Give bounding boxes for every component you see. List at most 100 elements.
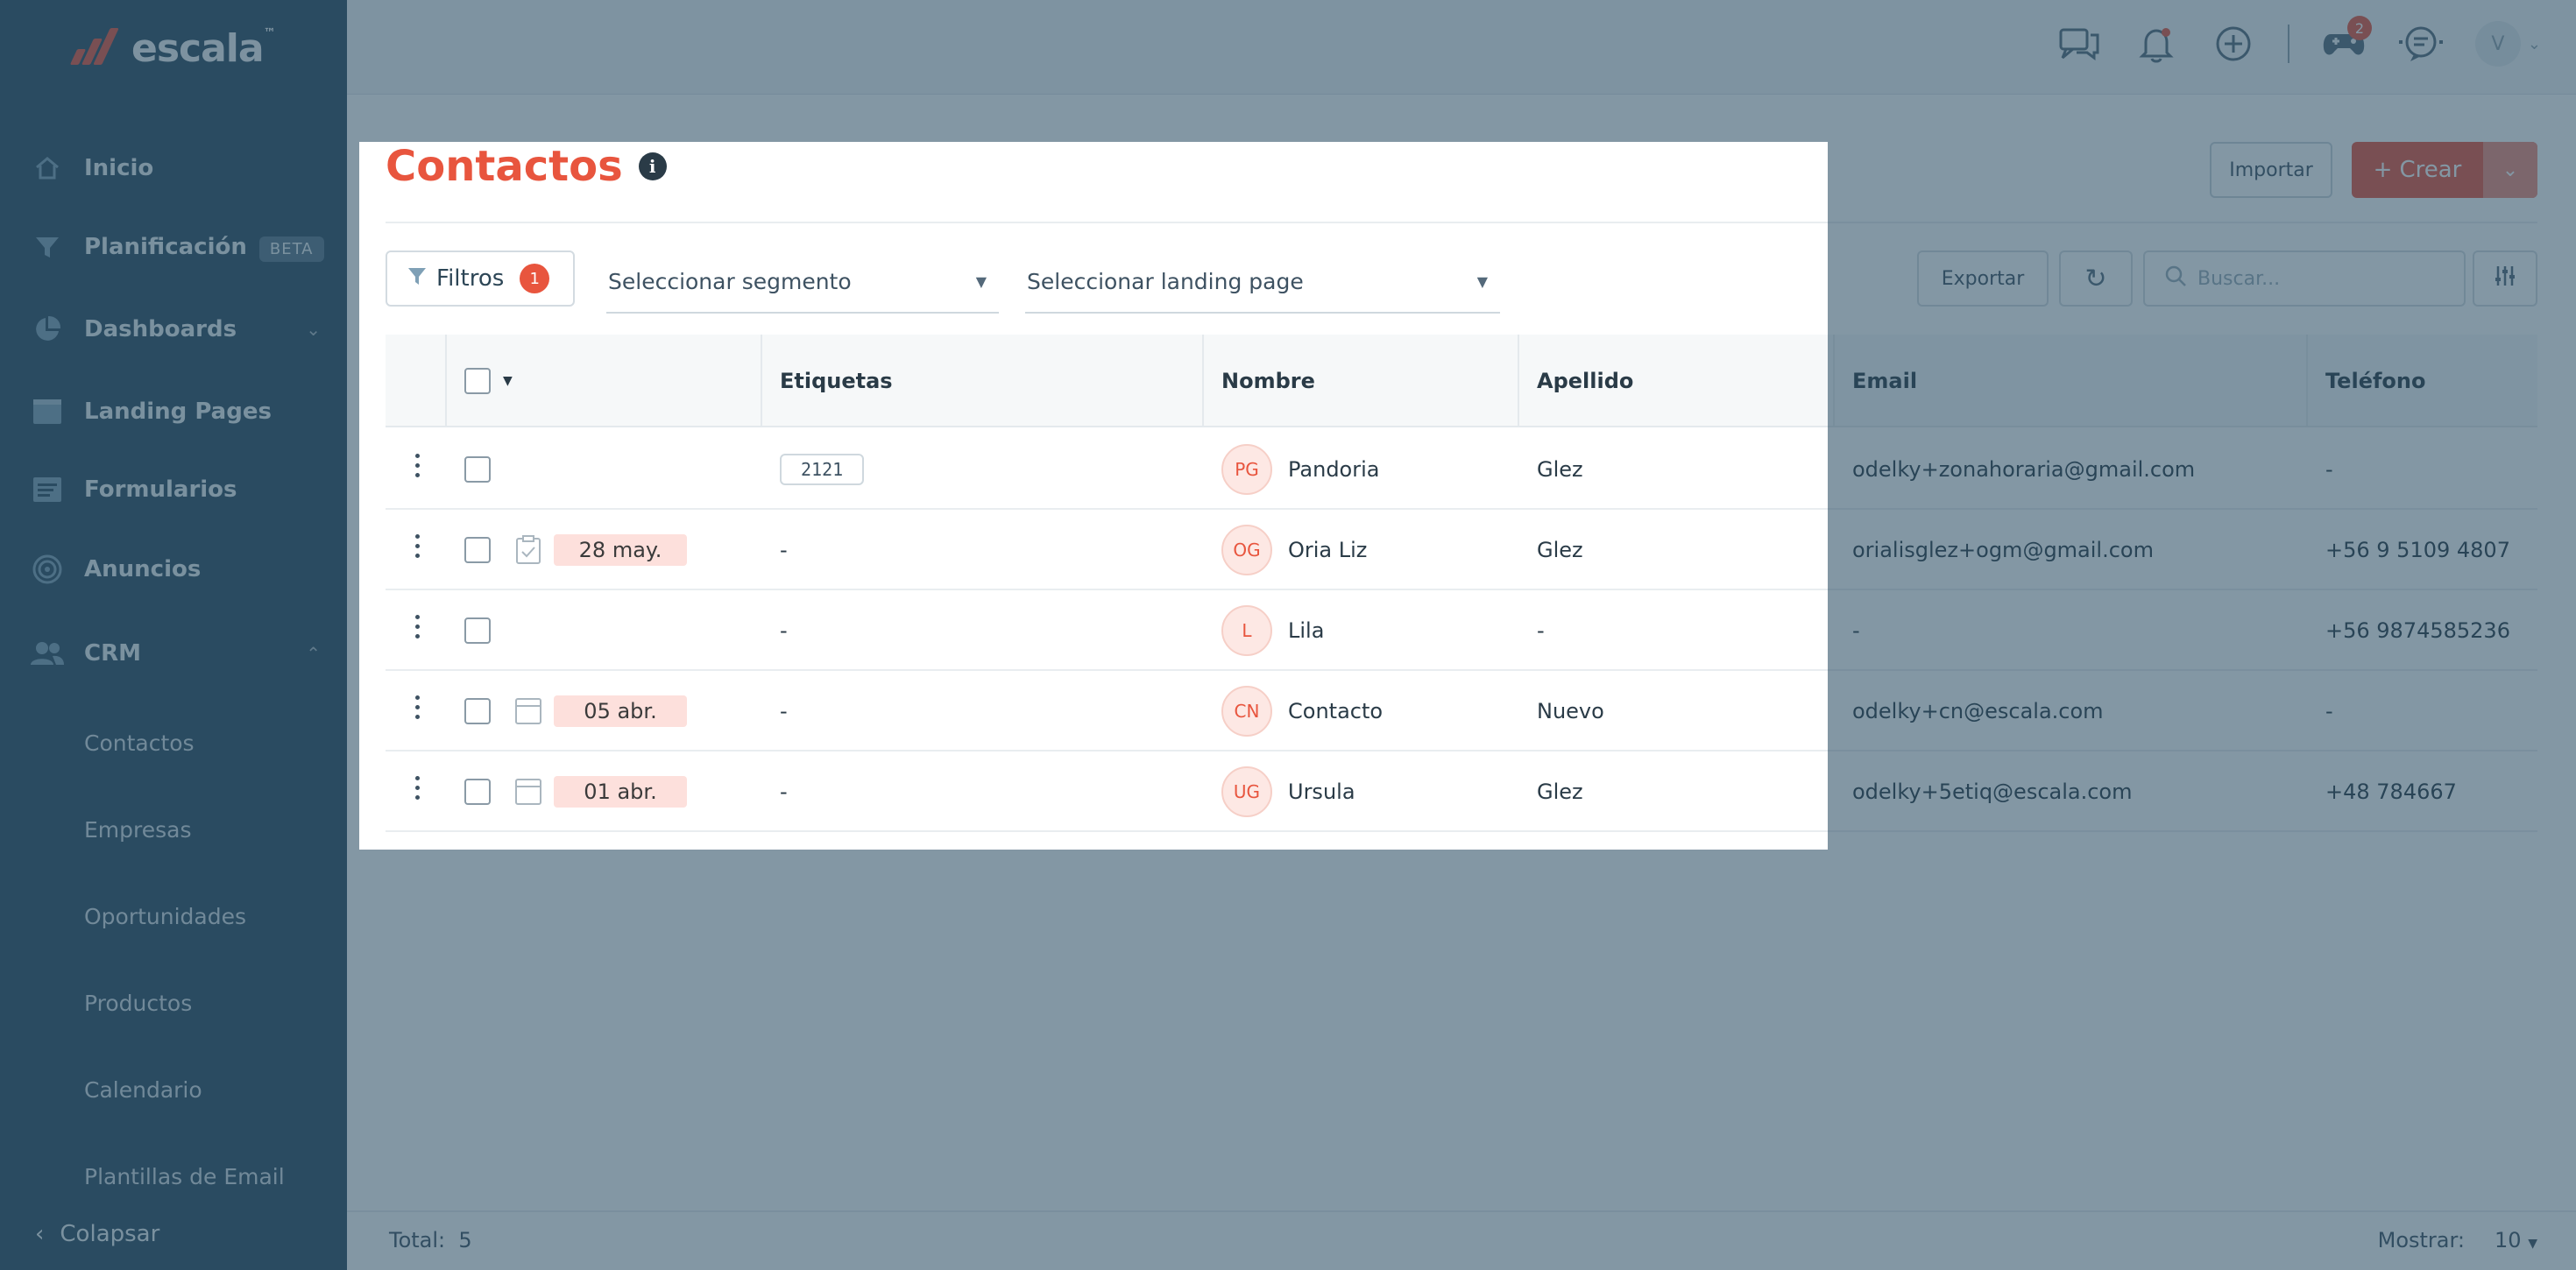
contact-name[interactable]: Contacto — [1288, 699, 1383, 723]
search-icon — [2164, 265, 2187, 293]
contact-phone: +56 9 5109 4807 — [2325, 538, 2510, 562]
sidebar-subitem-productos[interactable]: Productos — [84, 991, 192, 1016]
column-settings-button[interactable] — [2473, 250, 2537, 307]
contact-name[interactable]: Ursula — [1288, 780, 1355, 804]
caret-down-icon[interactable]: ▼ — [503, 374, 513, 388]
column-header-nombre[interactable]: Nombre — [1202, 335, 1518, 427]
row-checkbox[interactable] — [464, 779, 491, 805]
landing-page-select[interactable]: Seleccionar landing page ▼ — [1025, 250, 1500, 314]
page-size-selector[interactable]: Mostrar: 10 ▼ — [2378, 1228, 2537, 1252]
sidebar-item-landing-pages[interactable]: Landing Pages — [0, 384, 347, 440]
contact-lastname: Nuevo — [1537, 699, 1604, 723]
chat-bubbles-icon[interactable] — [2056, 21, 2102, 67]
avatar: L — [1221, 605, 1272, 656]
sidebar-subitem-contactos[interactable]: Contactos — [84, 730, 195, 756]
sidebar-item-dashboards[interactable]: Dashboards ⌄ — [0, 301, 347, 357]
row-actions-icon[interactable] — [415, 695, 420, 719]
sidebar-item-anuncios[interactable]: Anuncios — [0, 541, 347, 597]
select-all-column: ▼ — [445, 335, 761, 427]
row-checkbox[interactable] — [464, 617, 491, 644]
table-row[interactable]: 05 abr. - CN Contacto Nuevo odelky+cn@esc… — [386, 671, 2537, 751]
clipboard-check-icon — [515, 510, 541, 590]
due-date-tag[interactable]: 28 may. — [554, 534, 687, 566]
filter-icon — [407, 265, 428, 293]
column-header-apellido[interactable]: Apellido — [1518, 335, 1833, 427]
topbar: 2 V ⌄ — [347, 0, 2576, 95]
escala-logo[interactable]: escala™ — [68, 26, 276, 71]
sidebar-item-formularios[interactable]: Formularios — [0, 462, 347, 518]
refresh-icon: ↻ — [2084, 263, 2107, 294]
search-input[interactable]: Buscar... — [2143, 250, 2466, 307]
chevron-up-icon: ⌃ — [306, 643, 321, 664]
contact-email: odelky+5etiq@escala.com — [1852, 780, 2133, 804]
sidebar-item-label: Dashboards — [84, 316, 237, 342]
row-checkbox[interactable] — [464, 537, 491, 563]
user-avatar[interactable]: V — [2474, 21, 2521, 67]
main-content: Contactos i Importar + Crear ⌄ Filtros 1… — [347, 95, 2576, 1270]
bell-icon[interactable] — [2134, 21, 2179, 67]
chevron-down-icon: ⌄ — [306, 319, 321, 340]
info-icon[interactable]: i — [638, 152, 667, 180]
row-actions-icon[interactable] — [415, 776, 420, 800]
sidebar-subitem-oportunidades[interactable]: Oportunidades — [84, 904, 246, 929]
sidebar-subitem-calendario[interactable]: Calendario — [84, 1077, 202, 1103]
refresh-button[interactable]: ↻ — [2059, 250, 2133, 307]
gamepad-icon[interactable]: 2 — [2321, 16, 2372, 67]
row-actions-icon[interactable] — [415, 615, 420, 639]
contact-name[interactable]: Oria Liz — [1288, 538, 1367, 562]
sidebar-item-planificacion[interactable]: Planificación BETA — [0, 219, 347, 275]
create-button[interactable]: + Crear — [2352, 142, 2483, 198]
contact-phone: - — [2325, 457, 2333, 482]
sidebar-item-label: Landing Pages — [84, 399, 272, 425]
column-header-etiquetas[interactable]: Etiquetas — [761, 335, 1202, 427]
form-icon — [30, 472, 65, 507]
segment-select[interactable]: Seleccionar segmento ▼ — [606, 250, 999, 314]
page-size-value[interactable]: 10 ▼ — [2495, 1228, 2537, 1252]
row-actions-icon[interactable] — [415, 534, 420, 558]
collapse-label: Colapsar — [60, 1221, 160, 1247]
topbar-divider — [2287, 25, 2289, 63]
contact-lastname: - — [1537, 618, 1545, 643]
support-chat-icon[interactable] — [2398, 21, 2444, 67]
table-row[interactable]: 01 abr. - UG Ursula Glez odelky+5etiq@esc… — [386, 751, 2537, 832]
sidebar: escala™ Inicio Planificación BETA Dashboa… — [0, 0, 347, 1270]
sidebar-subitem-plantillas-email[interactable]: Plantillas de Email — [84, 1164, 285, 1189]
tag-chip[interactable]: 2121 — [780, 454, 865, 485]
select-all-checkbox[interactable] — [464, 368, 491, 394]
collapse-sidebar-button[interactable]: ‹ Colapsar — [35, 1221, 159, 1247]
due-date-tag[interactable]: 05 abr. — [554, 695, 687, 727]
add-circle-icon[interactable] — [2211, 21, 2256, 67]
avatar: UG — [1221, 766, 1272, 817]
target-icon — [30, 552, 65, 587]
contact-name[interactable]: Lila — [1288, 618, 1324, 643]
filters-button[interactable]: Filtros 1 — [386, 250, 575, 307]
sidebar-subitem-empresas[interactable]: Empresas — [84, 817, 192, 843]
row-actions-icon[interactable] — [415, 454, 420, 477]
notification-badge: 2 — [2346, 16, 2372, 40]
avatar: CN — [1221, 686, 1272, 737]
chevron-down-icon[interactable]: ⌄ — [2528, 35, 2541, 53]
column-header-email[interactable]: Email — [1833, 335, 2306, 427]
window-icon — [30, 394, 65, 429]
create-dropdown-toggle[interactable]: ⌄ — [2483, 142, 2537, 198]
table-row[interactable]: - L Lila - - +56 9874585236 — [386, 590, 2537, 671]
header-divider — [386, 222, 2537, 223]
table-row[interactable]: 28 may. - OG Oria Liz Glez orialisglez+og… — [386, 510, 2537, 590]
avatar: OG — [1221, 525, 1272, 575]
table-row[interactable]: 2121 PG Pandoria Glez odelky+zonahoraria@… — [386, 429, 2537, 510]
sidebar-item-label: Planificación BETA — [84, 234, 324, 262]
import-button[interactable]: Importar — [2210, 142, 2332, 198]
sidebar-item-crm[interactable]: CRM ⌃ — [0, 625, 347, 681]
contact-name[interactable]: Pandoria — [1288, 457, 1379, 482]
row-checkbox[interactable] — [464, 698, 491, 724]
beta-badge: BETA — [258, 236, 324, 262]
pie-chart-icon — [30, 312, 65, 347]
column-header-telefono[interactable]: Teléfono — [2306, 335, 2537, 427]
row-checkbox[interactable] — [464, 456, 491, 483]
funnel-icon — [30, 229, 65, 265]
export-button[interactable]: Exportar — [1917, 250, 2049, 307]
contact-phone: +56 9874585236 — [2325, 618, 2510, 643]
create-button-group: + Crear ⌄ — [2352, 142, 2537, 198]
sidebar-item-inicio[interactable]: Inicio — [0, 140, 347, 196]
due-date-tag[interactable]: 01 abr. — [554, 776, 687, 808]
